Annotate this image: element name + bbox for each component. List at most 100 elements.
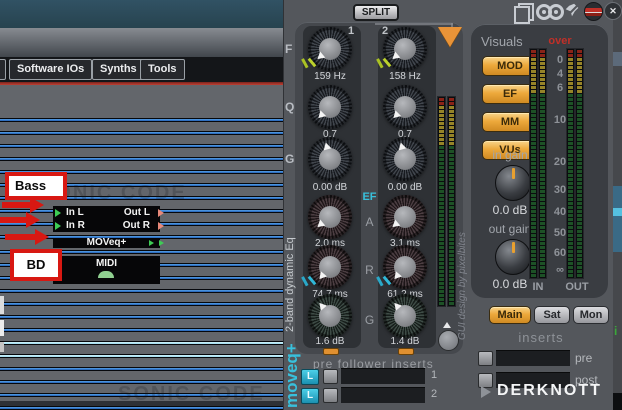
tab-software-ios[interactable]: Software IOs	[9, 59, 92, 80]
band1-dyngain-value: 1.6 dB	[304, 336, 356, 347]
follower-insert-slot-2[interactable]	[341, 387, 425, 403]
band-meter-2	[447, 96, 456, 307]
band2-gain-value: 0.00 dB	[379, 182, 431, 193]
inserts-title: inserts	[501, 330, 581, 345]
q-row-label: Q	[285, 100, 294, 114]
band2-follower-source-slider[interactable]	[398, 348, 414, 355]
annotation-arrow	[2, 197, 44, 213]
band-meter-1	[437, 96, 446, 307]
band1-freq-value: 159 Hz	[304, 71, 356, 82]
input-port-icon[interactable]	[55, 222, 61, 230]
patch-cable[interactable]	[0, 118, 283, 122]
output-port-icon[interactable]	[158, 209, 164, 217]
pin-disabled-icon[interactable]	[565, 3, 581, 20]
plugin-window: ✕ SPLIT out 1&2 F Q G 1 2 +− 159 Hz 158 …	[283, 0, 613, 410]
edge-cable-stub	[0, 342, 4, 352]
minimize-icon[interactable]	[584, 2, 603, 21]
patch-cable[interactable]	[0, 157, 283, 161]
output-port-icon[interactable]	[158, 222, 164, 230]
link-circles-icon[interactable]	[536, 4, 563, 20]
band1-release-knob[interactable]	[308, 245, 352, 289]
follower-link-button-1[interactable]: L	[301, 369, 319, 385]
insert-pre-button[interactable]	[478, 351, 493, 366]
plugin-port-icon[interactable]	[149, 240, 154, 246]
patch-cable[interactable]	[0, 144, 283, 148]
ef-section-label: EF	[361, 191, 378, 203]
monitor-main-button[interactable]: Main	[489, 306, 531, 324]
gain-row-label: G	[285, 152, 294, 166]
screen: Software IOs Synths Tools SONIC CODE SON…	[0, 0, 622, 410]
meter-scale-40: 40	[545, 206, 575, 218]
visuals-title: Visuals	[481, 34, 523, 49]
follower-insert-slot-1[interactable]	[341, 368, 425, 384]
meter-scale-10: 10	[545, 114, 575, 126]
plugin-logo-vertical: moveq+	[282, 328, 302, 408]
annotation-track-label: Bass	[5, 172, 67, 200]
module-midi-label: MIDI	[53, 257, 160, 270]
monitor-mon-button[interactable]: Mon	[573, 306, 609, 324]
meter-scale-0: 0	[545, 54, 575, 66]
patch-cable[interactable]	[0, 131, 283, 135]
band2-attack-knob[interactable]	[383, 195, 427, 239]
patch-cable[interactable]	[0, 328, 283, 332]
plugin-port-icon[interactable]	[159, 240, 164, 246]
dyngain-label: G	[361, 313, 378, 327]
band2-release-knob[interactable]	[383, 245, 427, 289]
meter-scale-knob[interactable]	[438, 330, 459, 351]
meter-over-label: over	[545, 35, 575, 47]
background-block	[612, 52, 622, 66]
out-gain-knob[interactable]	[495, 239, 531, 275]
close-icon[interactable]: ✕	[604, 2, 622, 20]
module-midi-block[interactable]: MIDI	[53, 256, 160, 284]
patch-cable[interactable]	[0, 289, 283, 293]
band1-freq-knob[interactable]	[308, 27, 352, 71]
daw-tab-bar: Software IOs Synths Tools	[0, 57, 283, 82]
input-port-icon[interactable]	[55, 209, 61, 217]
module-out-l: Out L	[124, 206, 150, 219]
band2-gain-knob[interactable]	[383, 137, 427, 181]
in-gain-knob[interactable]	[495, 165, 531, 201]
midi-port-arc[interactable]	[98, 271, 114, 278]
background-text-fragment: i	[614, 324, 617, 338]
daw-toolbar	[0, 28, 283, 58]
band2-freq-knob[interactable]	[383, 27, 427, 71]
tab-synths[interactable]: Synths	[92, 59, 145, 80]
insert-pre-label: pre	[575, 351, 605, 365]
monitor-sat-button[interactable]: Sat	[534, 306, 570, 324]
insert-pre-slot[interactable]	[496, 350, 570, 366]
band1-dyngain-knob[interactable]	[308, 294, 352, 338]
output-select-triangle[interactable]	[438, 27, 462, 47]
background-highlight-line	[612, 208, 622, 216]
band2-dyngain-knob[interactable]	[383, 294, 427, 338]
band2-q-knob[interactable]	[383, 85, 427, 129]
band2-dyngain-value: 1.4 dB	[379, 336, 431, 347]
follower-slot-number-1: 1	[429, 369, 439, 381]
split-button[interactable]: SPLIT	[353, 4, 399, 21]
follower-insert-button-1[interactable]	[323, 369, 338, 384]
annotation-module-label: BD	[10, 249, 62, 281]
module-io-block[interactable]: In L Out L In R Out R	[53, 206, 160, 232]
annotation-arrow	[5, 229, 49, 245]
module-plugin-row[interactable]: MOVeq+	[53, 238, 160, 248]
follower-link-button-2[interactable]: L	[301, 388, 319, 404]
copy-pages-icon[interactable]	[514, 3, 532, 20]
meter-scale-30: 30	[545, 184, 575, 196]
release-label: R	[361, 263, 378, 277]
follower-insert-button-2[interactable]	[323, 388, 338, 403]
band1-gain-knob[interactable]	[308, 137, 352, 181]
band2-freq-value: 158 Hz	[379, 71, 431, 82]
patch-cable[interactable]	[0, 354, 283, 358]
patch-cable[interactable]	[0, 341, 283, 345]
tab-partial[interactable]	[0, 59, 6, 80]
patch-cable[interactable]	[0, 406, 283, 410]
patch-cable[interactable]	[0, 367, 283, 371]
patch-cable[interactable]	[0, 315, 283, 319]
band1-attack-knob[interactable]	[308, 195, 352, 239]
band1-q-knob[interactable]	[308, 85, 352, 129]
band1-follower-source-slider[interactable]	[323, 348, 339, 355]
meter-scale-20: 20	[545, 156, 575, 168]
patch-cable[interactable]	[0, 302, 283, 306]
background-track-block	[612, 186, 622, 252]
module-plugin-name[interactable]: MOVeq+	[53, 236, 160, 249]
tab-tools[interactable]: Tools	[140, 59, 185, 80]
